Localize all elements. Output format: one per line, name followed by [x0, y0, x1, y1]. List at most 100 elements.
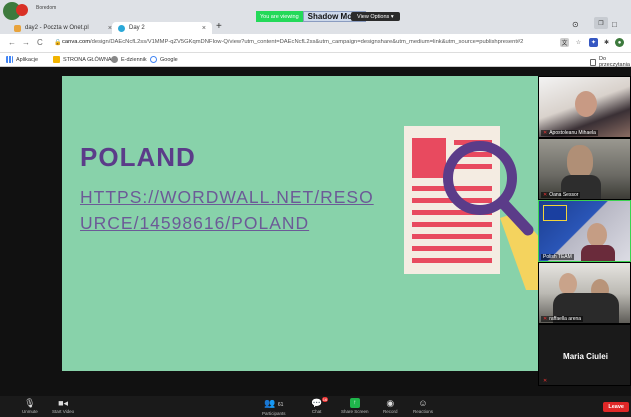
participants-icon: 👥 61 — [264, 398, 284, 408]
participant-tile-video-off[interactable]: Maria Ciulei ✕ — [538, 324, 631, 386]
puzzle-icon[interactable]: ✱ — [602, 38, 611, 47]
forward-arrow-icon[interactable]: → — [22, 38, 30, 47]
start-video-button[interactable]: ■◂ Start Video — [52, 398, 74, 414]
url-host: canva.com — [62, 39, 91, 45]
bookmark-label: E-dziennik — [121, 56, 147, 63]
chat-label: Chat — [311, 409, 322, 414]
star-icon[interactable]: ☆ — [574, 38, 583, 47]
participant-name-text: Apostoleanu Mihaela — [549, 130, 596, 136]
participant-name-text: raffaella arena — [549, 316, 582, 322]
participant-tile-active[interactable]: Polish TEAM — [538, 200, 631, 262]
share-screen-icon: ↑ — [349, 398, 360, 408]
document-line — [412, 222, 492, 227]
muted-mic-icon: ✕ — [543, 378, 548, 384]
participant-mic-status: ✕ — [541, 378, 551, 384]
reactions-label: Reactions — [413, 409, 434, 414]
bookmark-google[interactable]: Google — [150, 56, 178, 63]
meeting-toolbar: 🎙 Unmute ■◂ Start Video 👥 61 Participant… — [0, 396, 631, 417]
share-screen-button[interactable]: ↑ Share Screen — [341, 398, 369, 414]
participant-name-text: Oana Sessor — [549, 192, 579, 198]
slide-link[interactable]: HTTPS://WORDWALL.NET/RESOURCE/14598616/P… — [80, 184, 380, 236]
zoom-window: Boredom day2 - Poczta w Onet.pl × Day 2 … — [0, 0, 631, 417]
tab-onet-mail[interactable]: day2 - Poczta w Onet.pl × — [8, 22, 118, 34]
muted-mic-icon: ✕ — [543, 192, 548, 198]
participant-face — [567, 145, 593, 179]
tab-label: Day 2 — [129, 25, 145, 31]
unmute-button[interactable]: 🎙 Unmute — [22, 398, 38, 414]
google-icon — [150, 56, 157, 63]
participant-face — [575, 91, 597, 117]
participant-name: ✕ raffaella arena — [541, 316, 584, 322]
close-icon[interactable]: × — [202, 25, 206, 32]
participant-gallery: ✕ Apostoleanu Mihaela ✕ Oana Sessor Polish… — [538, 76, 631, 386]
reload-icon[interactable]: C — [37, 38, 43, 47]
profile-badge-icon — [16, 4, 28, 16]
participant-tile[interactable]: ✕ Oana Sessor — [538, 138, 631, 200]
browser-tab-strip: Boredom day2 - Poczta w Onet.pl × Day 2 … — [0, 0, 631, 34]
maximize-window-icon[interactable]: □ — [612, 20, 617, 29]
record-icon: ◉ — [386, 398, 395, 408]
document-line — [412, 234, 492, 239]
chat-button[interactable]: 💬 16 Chat — [311, 397, 329, 414]
address-bar: ← → C 🔒 canva.com/design/DAEcNcfL2ss/V1M… — [0, 34, 631, 53]
url-path: /design/DAEcNcfL2ss/V1MMP-qZV5GKqmDNFIow… — [90, 39, 524, 45]
reading-list-icon — [590, 58, 597, 66]
bookmark-favicon-icon — [53, 56, 60, 63]
smiley-icon: ☺ — [418, 398, 428, 408]
participant-tile[interactable]: ✕ raffaella arena — [538, 262, 631, 324]
muted-mic-icon: ✕ — [543, 316, 548, 322]
chat-unread-badge: 16 — [321, 397, 329, 402]
reactions-button[interactable]: ☺ Reactions — [413, 398, 433, 414]
restore-window-icon[interactable]: ❐ — [594, 17, 608, 29]
view-options-button[interactable]: View Options ▾ — [351, 12, 400, 21]
slide-title: POLAND — [80, 142, 196, 172]
participants-label: Participants — [262, 411, 286, 416]
translate-icon[interactable]: 文 — [560, 38, 569, 47]
chat-bubble-icon: 💬 — [311, 398, 323, 408]
participant-tile[interactable]: ✕ Apostoleanu Mihaela — [538, 76, 631, 138]
document-magnifier-illustration — [404, 126, 540, 290]
profile-icon[interactable]: ● — [615, 38, 624, 47]
tab-label: day2 - Poczta w Onet.pl — [25, 25, 89, 31]
start-video-label: Start Video — [52, 409, 75, 414]
profile-name: Boredom — [36, 5, 57, 11]
url-field[interactable]: canva.com/design/DAEcNcfL2ss/V1MMP-qZV5G… — [62, 39, 542, 45]
participant-face — [587, 223, 607, 247]
tab-search-icon[interactable]: ⊙ — [572, 20, 579, 29]
video-camera-icon: ■◂ — [58, 398, 69, 408]
back-arrow-icon[interactable]: ← — [8, 38, 16, 47]
participant-name-large: Maria Ciulei — [563, 351, 608, 361]
globe-icon — [111, 56, 118, 63]
participant-face — [559, 273, 577, 295]
bookmarks-bar: Aplikacje STRONA GŁÓWNA E-dziennik Googl… — [0, 53, 631, 68]
extension-icon[interactable]: ✦ — [589, 38, 598, 47]
participants-button[interactable]: 👥 61 Participants — [262, 398, 286, 416]
tab-day2[interactable]: Day 2 × — [112, 22, 212, 34]
bookmark-e-dziennik[interactable]: E-dziennik — [111, 56, 147, 63]
document-line — [412, 258, 492, 263]
lock-icon: 🔒 — [54, 40, 62, 46]
bookmark-label: Aplikacje — [16, 56, 39, 63]
document-line — [412, 246, 492, 251]
participants-count: 61 — [277, 402, 284, 408]
screen-share-banner: You are viewing Shadow Mode — [256, 11, 367, 22]
share-screen-label: Share Screen — [341, 409, 369, 414]
muted-microphone-icon: 🎙 — [24, 398, 36, 408]
participant-body — [581, 245, 615, 261]
participant-name: ✕ Apostoleanu Mihaela — [541, 130, 598, 136]
viewing-label: You are viewing — [256, 11, 303, 22]
document-line — [454, 164, 492, 169]
bookmark-label: STRONA GŁÓWNA — [63, 56, 112, 63]
participant-name: Polish TEAM — [541, 254, 574, 260]
apps-grid-icon — [6, 56, 13, 63]
document-image-block — [412, 138, 446, 178]
muted-mic-icon: ✕ — [543, 130, 548, 136]
bookmark-apps[interactable]: Aplikacje — [6, 56, 38, 63]
participant-name: ✕ Oana Sessor — [541, 192, 581, 198]
unmute-label: Unmute — [22, 409, 38, 414]
participant-name-text: Polish TEAM — [543, 254, 572, 260]
leave-button[interactable]: Leave — [603, 402, 629, 412]
new-tab-button[interactable]: + — [216, 21, 222, 32]
bookmark-strona-glowna[interactable]: STRONA GŁÓWNA — [53, 56, 112, 63]
record-button[interactable]: ◉ Record — [383, 398, 398, 414]
